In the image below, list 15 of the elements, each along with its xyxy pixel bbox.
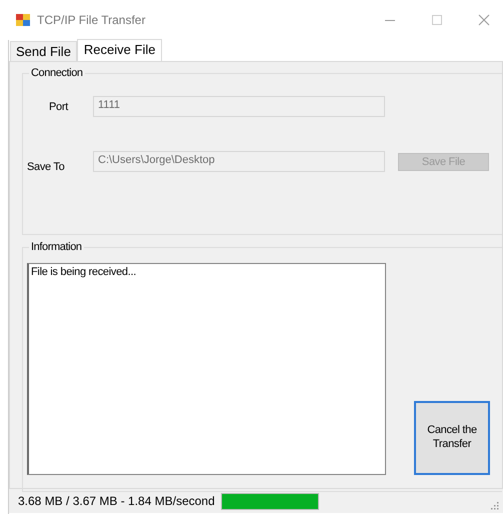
close-icon[interactable] [478,14,490,26]
window-title: TCP/IP File Transfer [37,13,146,27]
resize-grip-icon[interactable] [489,500,499,510]
app-icon [16,14,30,26]
cancel-button[interactable]: Cancel the Transfer [414,401,490,475]
group-title: Connection [29,67,85,79]
status-text: 3.68 MB / 3.67 MB - 1.84 MB/second [18,494,215,508]
tab[interactable]: Send File [10,41,77,61]
field-label: Save To [26,161,66,173]
log-text: File is being received... [31,266,136,278]
maximize-icon[interactable] [431,14,443,26]
group-title: Information [29,241,84,253]
field-label: Port [48,100,70,112]
tab[interactable]: Receive File [76,39,162,61]
log-text-area[interactable]: File is being received... [27,263,386,475]
